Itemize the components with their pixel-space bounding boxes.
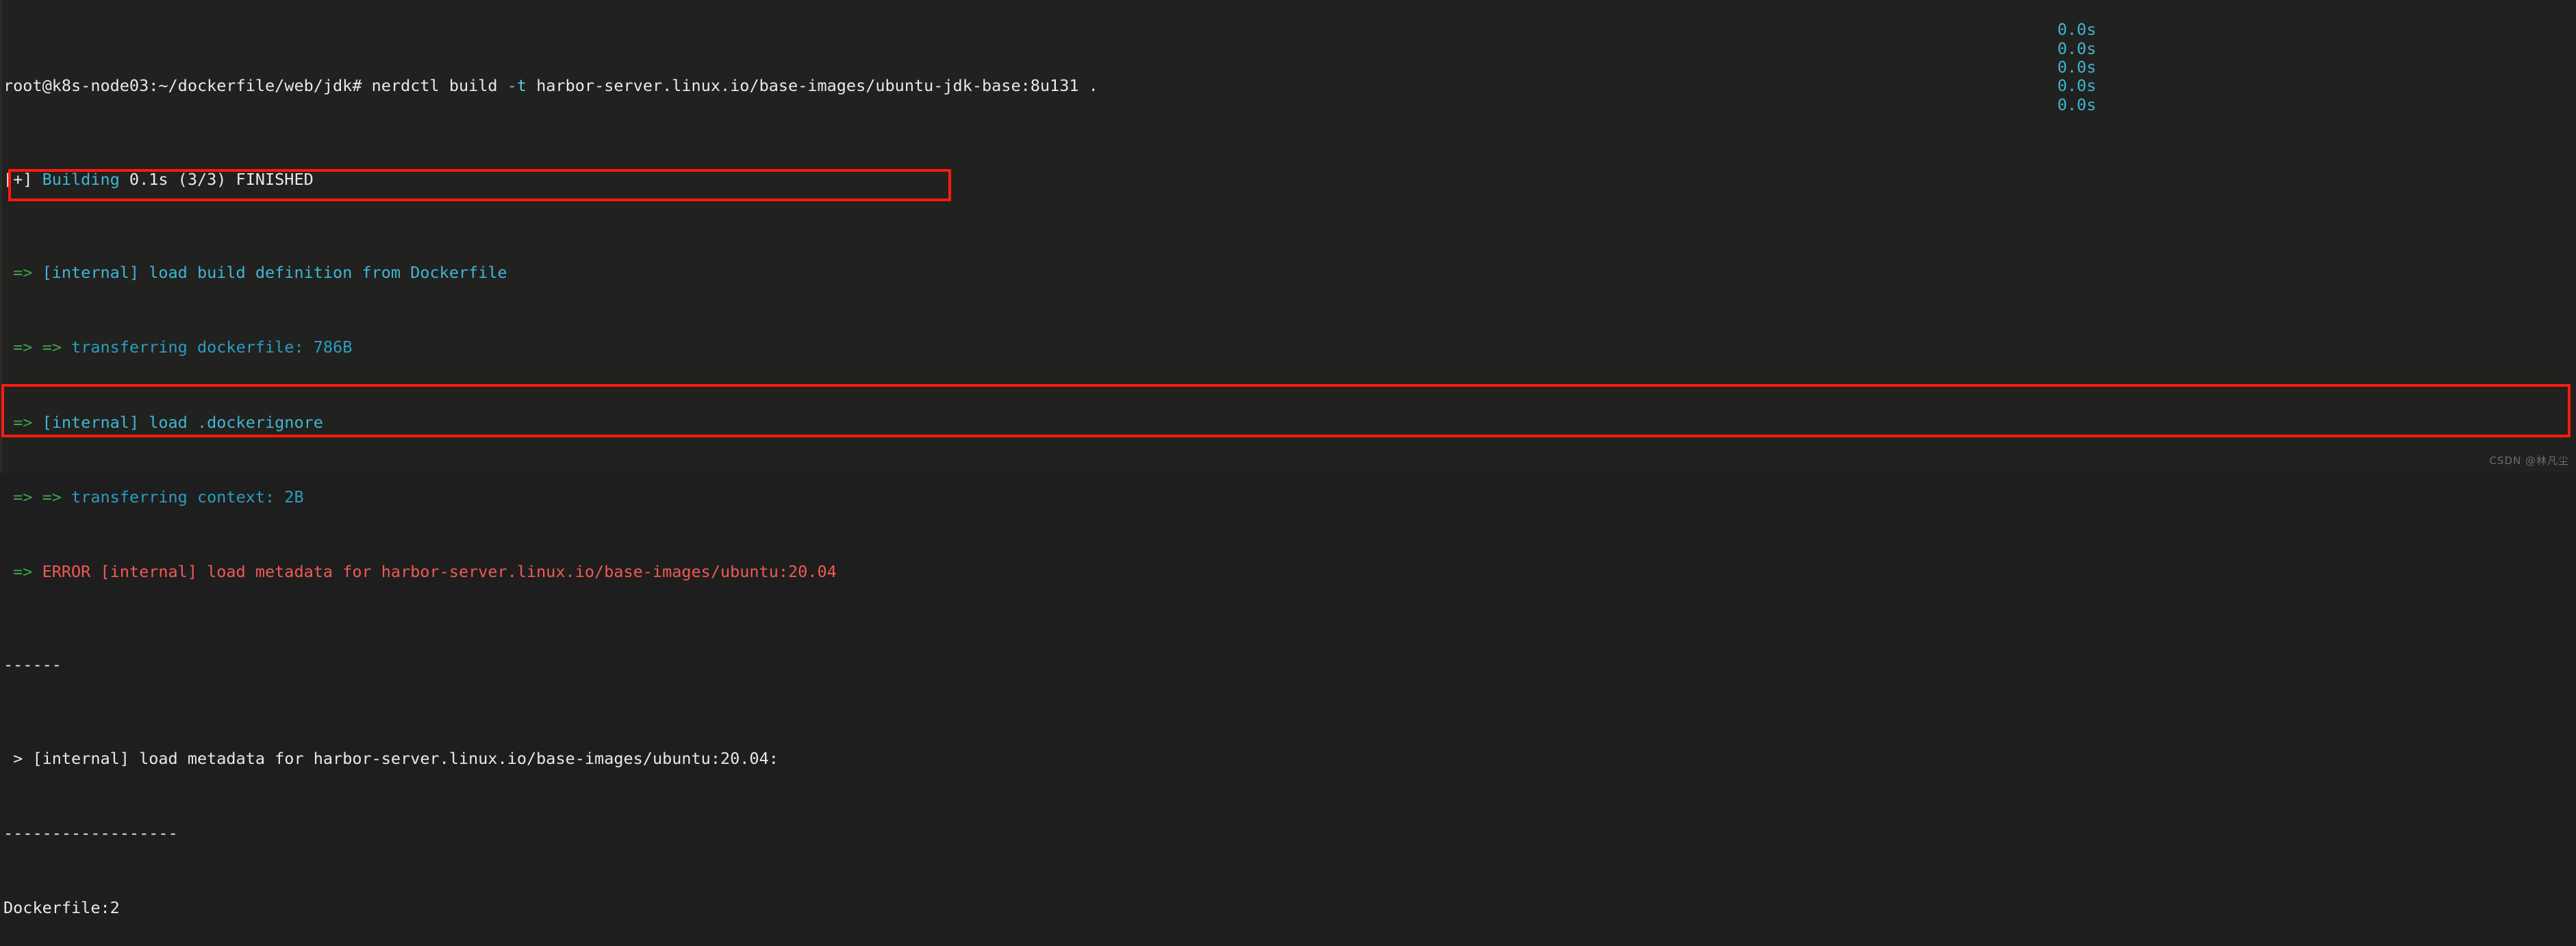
build-step-row: => [internal] load build definition from…: [3, 20, 2106, 283]
command-args: harbor-server.linux.io/base-images/ubunt…: [536, 76, 1098, 96]
step-text-error: ERROR [internal] load metadata for harbo…: [42, 561, 837, 581]
failed-step-text: [internal] load metadata for harbor-serv…: [32, 748, 779, 768]
build-header-rest: 0.1s (3/3) FINISHED: [119, 169, 314, 189]
step-time: 0.0s: [2057, 94, 2097, 114]
step-time: 0.0s: [2057, 38, 2097, 58]
dockerfile-ref: Dockerfile:2: [3, 899, 2106, 917]
terminal-left-edge: [0, 0, 2, 473]
build-step-row: => => transferring context: 2B 0.0s: [3, 76, 2106, 507]
failed-step-marker: >: [3, 748, 33, 768]
step-text: [internal] load .dockerignore: [42, 412, 323, 432]
step-time: 0.0s: [2057, 20, 2097, 40]
step-arrow: => =>: [3, 337, 72, 357]
separator-text: ------: [3, 655, 62, 675]
command-space-2: [527, 76, 536, 95]
step-arrow: =>: [3, 561, 42, 581]
step-time: 0.0s: [2057, 76, 2097, 96]
separator: ------------------: [3, 823, 2106, 843]
shell-prompt: root@k8s-node03:~/dockerfile/web/jdk#: [3, 76, 372, 96]
build-header-word: Building: [42, 169, 120, 189]
step-text: [internal] load build definition from Do…: [42, 263, 507, 283]
build-step-row: => => transferring dockerfile: 786B 0.0s: [3, 39, 2106, 357]
step-text: transferring dockerfile: 786B: [71, 337, 353, 357]
watermark: CSDN @林凡尘: [2489, 454, 2569, 467]
step-arrow: => =>: [3, 487, 72, 507]
failed-step-line: > [internal] load metadata for harbor-se…: [3, 748, 2106, 768]
step-time: 0.0s: [2057, 57, 2097, 77]
build-step-row-error: => ERROR [internal] load metadata for ha…: [3, 95, 2106, 581]
terminal-window[interactable]: root@k8s-node03:~/dockerfile/web/jdk# ne…: [0, 0, 2576, 917]
command-space: [498, 76, 507, 95]
command-line: root@k8s-node03:~/dockerfile/web/jdk# ne…: [3, 77, 2106, 95]
dockerfile-ref-text: Dockerfile:2: [3, 898, 120, 918]
separator-text: ------------------: [3, 823, 178, 843]
step-arrow: =>: [3, 412, 42, 432]
build-header-prefix: [+]: [3, 169, 42, 189]
terminal-output: root@k8s-node03:~/dockerfile/web/jdk# ne…: [3, 2, 2106, 946]
step-arrow: =>: [3, 263, 42, 283]
step-text: transferring context: 2B: [71, 487, 304, 507]
build-header: [+] Building 0.1s (3/3) FINISHED: [3, 170, 2106, 189]
build-step-row: => [internal] load .dockerignore 0.0s: [3, 57, 2106, 432]
command-name: nerdctl build: [371, 76, 498, 96]
command-flag: -t: [507, 76, 527, 96]
separator: ------: [3, 656, 2106, 674]
